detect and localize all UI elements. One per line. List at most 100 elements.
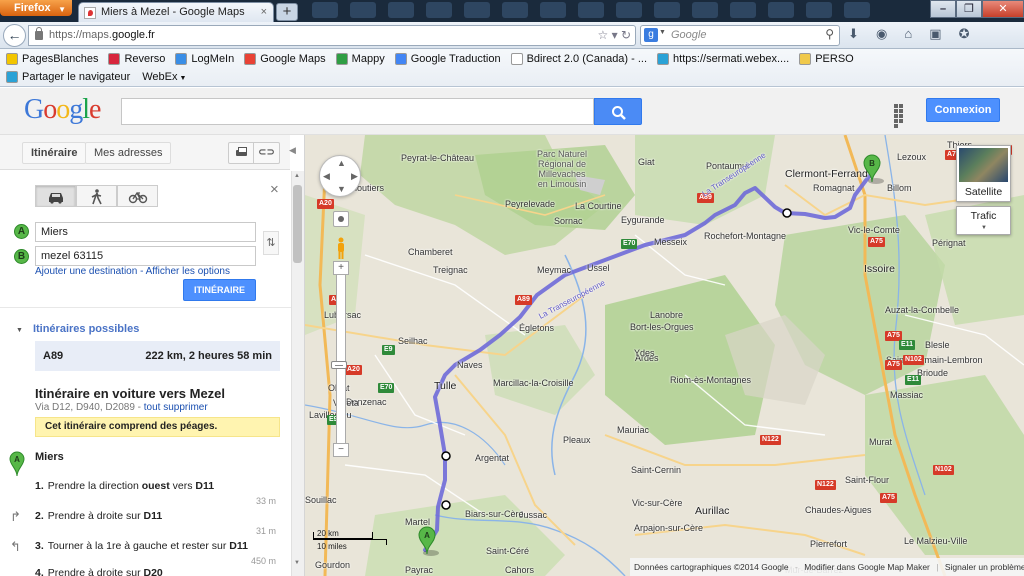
- place-label[interactable]: Aurillac: [695, 505, 729, 517]
- place-label[interactable]: Chamberet: [408, 247, 453, 257]
- row1-bookmark[interactable]: PERSO: [797, 50, 854, 68]
- zoom-in-button[interactable]: +: [333, 261, 349, 275]
- row1-bookmark[interactable]: Google Traduction: [393, 50, 501, 68]
- home-icon[interactable]: ⌂: [904, 26, 912, 41]
- walk-mode-button[interactable]: [76, 185, 117, 207]
- bookmark-star-icon[interactable]: ☆: [597, 28, 608, 42]
- place-label[interactable]: Sornac: [554, 216, 583, 226]
- place-label[interactable]: Pleaux: [563, 435, 591, 445]
- place-label[interactable]: Riom-ès-Montagnes: [670, 375, 751, 385]
- place-label[interactable]: Eygurande: [621, 215, 665, 225]
- row1-bookmark[interactable]: Mappy: [334, 50, 385, 68]
- place-label[interactable]: Issoire: [864, 263, 895, 275]
- tab-itinerary[interactable]: Itinéraire: [22, 142, 87, 164]
- clear-all-link[interactable]: tout supprimer: [144, 402, 208, 413]
- link-icon[interactable]: ⊂⊃: [254, 142, 280, 164]
- place-label[interactable]: Pérignat: [932, 238, 966, 248]
- place-label[interactable]: Arpajon-sur-Cère: [634, 523, 703, 533]
- place-label[interactable]: Saint-Céré: [486, 546, 529, 556]
- get-directions-button[interactable]: ITINÉRAIRE: [183, 279, 256, 301]
- place-label[interactable]: Saint-Cernin: [631, 465, 681, 475]
- search-bar[interactable]: g ▼ Google ⚲: [640, 25, 840, 46]
- addon-icon[interactable]: ◉: [876, 26, 887, 42]
- engine-dropdown-icon[interactable]: ▼: [659, 29, 666, 36]
- place-label[interactable]: Cahors: [505, 565, 534, 575]
- signin-button[interactable]: Connexion: [926, 98, 1000, 122]
- end-pin-icon[interactable]: B: [862, 154, 884, 184]
- row1-bookmark[interactable]: https://sermati.webex....: [655, 50, 789, 68]
- scroll-down-icon[interactable]: ▼: [294, 560, 300, 566]
- my-location-button[interactable]: [333, 211, 349, 227]
- place-label[interactable]: Parc Naturel Régional de Millevaches en …: [537, 149, 587, 189]
- restore-icon[interactable]: ❐: [956, 0, 982, 18]
- search-icon[interactable]: ⚲: [825, 27, 834, 41]
- place-label[interactable]: Naves: [457, 360, 483, 370]
- add-destination-link[interactable]: Ajouter une destination: [35, 266, 137, 277]
- place-label[interactable]: Gourdon: [315, 560, 350, 570]
- direction-step[interactable]: 1. Prendre la direction ouest vers D11: [35, 480, 214, 492]
- maps-search-input[interactable]: [121, 98, 594, 125]
- print-icon[interactable]: [228, 142, 254, 164]
- zoom-slider-track[interactable]: [336, 265, 346, 455]
- close-tab-icon[interactable]: ×: [261, 6, 267, 18]
- place-label[interactable]: Blesle: [925, 340, 950, 350]
- place-label[interactable]: Peyrat-le-Château: [401, 153, 474, 163]
- edit-in-map-maker-link[interactable]: Modifier dans Google Map Maker: [804, 562, 930, 572]
- place-label[interactable]: Auzat-la-Combelle: [885, 305, 959, 315]
- dropdown-icon[interactable]: ▾: [612, 28, 618, 42]
- car-mode-button[interactable]: [35, 185, 76, 207]
- traffic-toggle[interactable]: Trafic ▼: [956, 206, 1011, 235]
- pan-right-icon[interactable]: ▶: [351, 171, 358, 182]
- place-label[interactable]: Ussel: [587, 263, 610, 273]
- place-label[interactable]: La Courtine: [575, 201, 622, 211]
- zoom-out-button[interactable]: −: [333, 443, 349, 457]
- place-label[interactable]: Saint-Flour: [845, 475, 889, 485]
- street-view-pegman-icon[interactable]: [335, 237, 347, 261]
- panel-scrollbar-thumb[interactable]: [293, 185, 302, 263]
- place-label[interactable]: Treignac: [433, 265, 468, 275]
- report-problem-link[interactable]: Signaler un problème: [945, 562, 1024, 572]
- place-label[interactable]: Meymac: [537, 265, 571, 275]
- row1-bookmark[interactable]: Google Maps: [242, 50, 326, 68]
- browser-tab[interactable]: Miers à Mezel - Google Maps ×: [78, 2, 274, 22]
- google-engine-icon[interactable]: g: [644, 28, 658, 42]
- bookmarks-menu-icon[interactable]: ▣: [929, 26, 941, 42]
- firefox-menu-button[interactable]: Firefox ▼: [0, 0, 72, 16]
- place-label[interactable]: Messeix: [654, 237, 687, 247]
- pan-left-icon[interactable]: ◀: [323, 171, 330, 182]
- new-tab-button[interactable]: +: [276, 3, 298, 21]
- place-label[interactable]: Chaudes-Aigues: [805, 505, 872, 515]
- zoom-slider-thumb[interactable]: [331, 361, 347, 369]
- row2-bookmark[interactable]: Partager le navigateur: [4, 68, 130, 86]
- place-label[interactable]: Mauriac: [617, 425, 649, 435]
- place-label[interactable]: Tulle: [434, 380, 456, 392]
- place-label[interactable]: Pierrefort: [810, 539, 847, 549]
- show-options-link[interactable]: Afficher les options: [146, 266, 230, 277]
- collapse-panel-icon[interactable]: ◀: [289, 145, 296, 156]
- tab-my-addresses[interactable]: Mes adresses: [85, 142, 172, 164]
- place-label[interactable]: Murat: [869, 437, 892, 447]
- row1-bookmark[interactable]: LogMeIn: [173, 50, 234, 68]
- place-label[interactable]: Le Malzieu-Ville: [904, 536, 967, 546]
- place-label[interactable]: Seilhac: [398, 336, 428, 346]
- close-icon[interactable]: ×: [270, 181, 279, 198]
- direction-step[interactable]: 3. Tourner à la 1re à gauche et rester su…: [35, 540, 248, 552]
- maps-search-button[interactable]: [594, 98, 642, 125]
- direction-step[interactable]: 2. Prendre à droite sur D11: [35, 510, 162, 522]
- place-label[interactable]: Ydes: [634, 348, 655, 358]
- place-label[interactable]: Payrac: [405, 565, 433, 575]
- apps-grid-icon[interactable]: [894, 104, 908, 128]
- place-label[interactable]: Billom: [887, 183, 912, 193]
- extension-icon[interactable]: ✪: [959, 26, 970, 42]
- reload-icon[interactable]: ↻: [621, 28, 631, 42]
- place-label[interactable]: Romagnat: [813, 183, 855, 193]
- row1-bookmark[interactable]: PagesBlanches: [4, 50, 98, 68]
- direction-step[interactable]: 4. Prendre à droite sur D20: [35, 567, 163, 576]
- place-label[interactable]: Giat: [638, 157, 655, 167]
- address-bar[interactable]: https://maps.google.fr ☆ ▾ ↻: [28, 25, 636, 46]
- row1-bookmark[interactable]: Bdirect 2.0 (Canada) - ...: [509, 50, 647, 68]
- bike-mode-button[interactable]: [117, 185, 158, 207]
- destination-input[interactable]: mezel 63115: [35, 246, 256, 266]
- minimize-icon[interactable]: –: [930, 0, 956, 18]
- close-window-icon[interactable]: ✕: [982, 0, 1024, 18]
